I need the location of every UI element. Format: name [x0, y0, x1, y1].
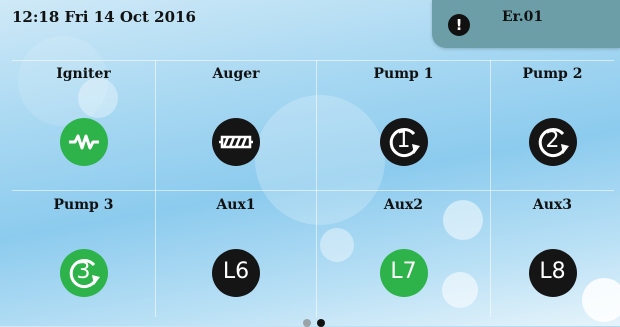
alarm-code: Er.01: [502, 9, 544, 25]
pump-number: 2: [545, 128, 560, 153]
pump-1-icon: 1: [379, 118, 428, 166]
output-tile-aux3[interactable]: Aux3 L8: [491, 191, 614, 319]
pump-number: 1: [396, 128, 411, 153]
resistor-icon: [59, 118, 108, 166]
output-label: Pump 1: [373, 66, 434, 82]
output-tile-aux1[interactable]: Aux1 L6: [156, 191, 316, 319]
aux-l7-icon: L7: [379, 249, 428, 297]
output-tile-pump-3[interactable]: Pump 3 3: [12, 191, 155, 319]
pump-number: 3: [76, 259, 91, 284]
output-label: Pump 2: [522, 66, 583, 82]
output-label: Igniter: [56, 66, 111, 82]
output-label: Aux3: [532, 197, 573, 213]
aux-code: L8: [539, 259, 566, 284]
auger-icon: [212, 118, 260, 166]
output-tile-pump-1[interactable]: Pump 1 1: [317, 60, 490, 188]
output-label: Pump 3: [53, 197, 114, 213]
alarm-panel[interactable]: ! Er.01: [432, 0, 620, 48]
output-tile-auger[interactable]: Auger: [156, 60, 316, 188]
output-tile-pump-2[interactable]: Pump 2 2: [491, 60, 614, 188]
pump-3-icon: 3: [59, 249, 108, 297]
alert-icon: !: [448, 14, 470, 36]
pump-2-icon: 2: [528, 118, 577, 166]
aux-l6-icon: L6: [212, 249, 260, 297]
output-tile-aux2[interactable]: Aux2 L7: [317, 191, 490, 319]
output-label: Aux1: [216, 197, 256, 213]
output-label: Aux2: [383, 197, 424, 213]
output-tile-igniter[interactable]: Igniter: [12, 60, 155, 188]
aux-code: L6: [222, 259, 250, 284]
datetime: 12:18 Fri 14 Oct 2016: [12, 8, 196, 26]
aux-l8-icon: L8: [528, 249, 577, 297]
aux-code: L7: [390, 259, 417, 284]
output-label: Auger: [212, 66, 260, 82]
output-grid: Igniter Auger Pump 1 1 Pump 2 2 Pump 3 3…: [12, 60, 614, 317]
